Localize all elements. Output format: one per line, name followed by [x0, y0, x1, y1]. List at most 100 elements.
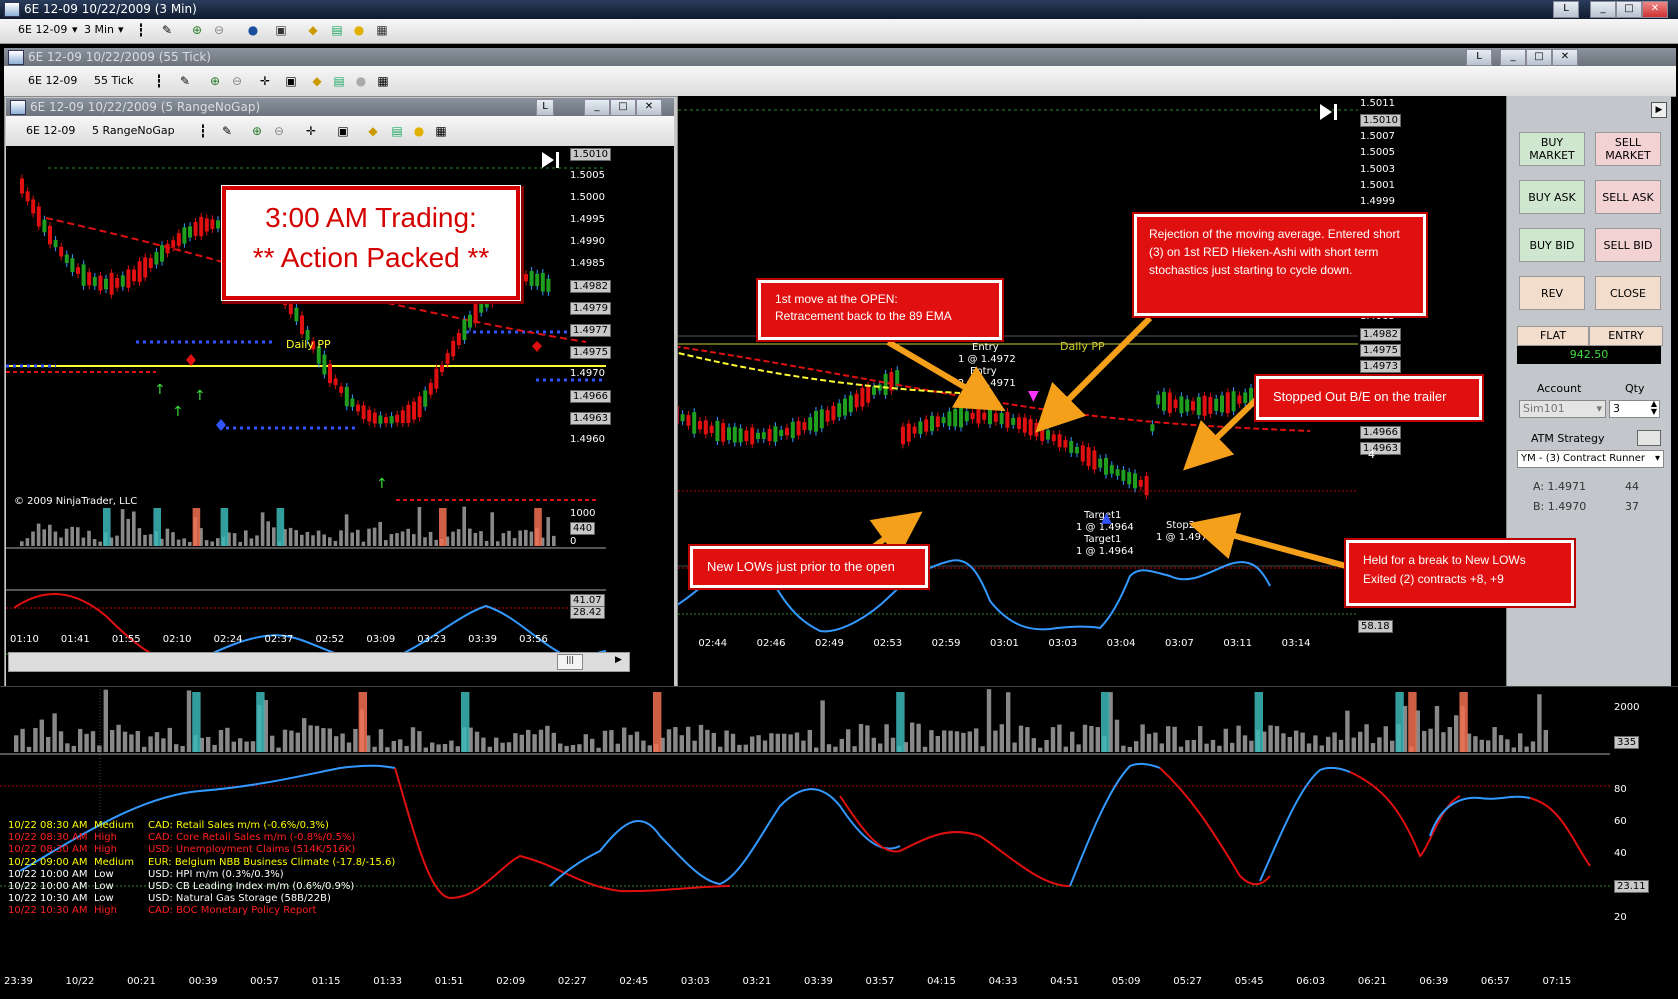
- tick-link-button[interactable]: L: [1466, 49, 1492, 66]
- tick-zoom-out-icon[interactable]: ⊖: [230, 74, 244, 88]
- candle: [709, 425, 714, 433]
- tick-window-titlebar[interactable]: 6E 12-09 10/22/2009 (55 Tick) L _ □ ✕: [4, 48, 1676, 66]
- candle: [953, 408, 958, 427]
- tick-zoom-in-icon[interactable]: ⊕: [208, 74, 222, 88]
- buy-bid-button[interactable]: BUY BID: [1519, 228, 1585, 262]
- volume-bar: [225, 727, 230, 752]
- tick-data-box-icon[interactable]: ▦: [376, 74, 390, 88]
- interval-dropdown-icon[interactable]: ▾: [118, 23, 124, 36]
- range-window-titlebar[interactable]: 6E 12-09 10/22/2009 (5 RangeNoGap) L _ □…: [6, 98, 674, 116]
- main-window-titlebar[interactable]: 6E 12-09 10/22/2009 (3 Min) L _ □ ✕: [0, 0, 1678, 19]
- range-scroll-thumb[interactable]: |||: [557, 654, 583, 670]
- tick-time-label: 03:03: [1048, 638, 1078, 649]
- volume-bar: [501, 533, 506, 546]
- tick-coin-icon[interactable]: ●: [354, 74, 368, 88]
- range-properties-icon[interactable]: ▣: [336, 124, 350, 138]
- range-crosshair-icon[interactable]: ✛: [304, 124, 318, 138]
- candle: [165, 243, 170, 254]
- candle: [912, 426, 917, 434]
- tick-chart-trader-icon[interactable]: ▤: [332, 74, 346, 88]
- account-select[interactable]: Sim101 ▾: [1519, 400, 1606, 418]
- range-interval-selector[interactable]: 5 RangeNoGap: [92, 124, 175, 137]
- close-position-button[interactable]: CLOSE: [1595, 276, 1661, 310]
- candle: [959, 406, 963, 428]
- range-link-button[interactable]: L: [536, 99, 554, 116]
- candle: [20, 178, 24, 194]
- tick-close-button[interactable]: ✕: [1552, 49, 1578, 66]
- sell-bid-button[interactable]: SELL BID: [1595, 228, 1661, 262]
- close-button[interactable]: ✕: [1642, 1, 1668, 18]
- range-zoom-out-icon[interactable]: ⊖: [272, 124, 286, 138]
- qty-stepper[interactable]: 3 ▲ ▼: [1609, 400, 1660, 418]
- tick-maximize-button[interactable]: □: [1526, 49, 1552, 66]
- stepper-arrows-icon[interactable]: ▲ ▼: [1651, 400, 1657, 416]
- volume-bar: [775, 733, 780, 752]
- volume-bar: [272, 527, 276, 546]
- range-scrollbar[interactable]: ||| ▶: [8, 652, 630, 672]
- drawing-tool-icon[interactable]: ✎: [160, 23, 174, 37]
- link-button[interactable]: L: [1553, 1, 1579, 18]
- volume-bar: [1505, 739, 1510, 752]
- globe-icon[interactable]: ●: [246, 23, 260, 37]
- candle: [976, 408, 981, 424]
- tick-interval-selector[interactable]: 55 Tick: [94, 74, 133, 87]
- maximize-button[interactable]: □: [1616, 1, 1642, 18]
- buy-ask-button[interactable]: BUY ASK: [1519, 180, 1585, 214]
- candle: [1034, 422, 1039, 437]
- volume-bar: [529, 531, 534, 546]
- zoom-in-icon[interactable]: ⊕: [190, 23, 204, 37]
- ask-size: 44: [1625, 480, 1639, 493]
- range-maximize-button[interactable]: □: [610, 99, 636, 116]
- range-zoom-in-icon[interactable]: ⊕: [250, 124, 264, 138]
- news-time: 10/22 08:30 AM: [8, 820, 88, 831]
- stop2-label: Stop2: [1166, 520, 1196, 531]
- atm-edit-button[interactable]: [1637, 430, 1661, 446]
- zoom-out-icon[interactable]: ⊖: [212, 23, 226, 37]
- coin-icon[interactable]: ●: [352, 23, 366, 37]
- range-instrument-selector[interactable]: 6E 12-09: [26, 124, 75, 137]
- range-minimize-button[interactable]: _: [584, 99, 610, 116]
- tick-instrument-selector[interactable]: 6E 12-09: [28, 74, 77, 87]
- range-chart-trader-icon[interactable]: ▤: [390, 124, 404, 138]
- candle: [417, 396, 422, 418]
- buy-market-button[interactable]: BUY MARKET: [1519, 132, 1585, 166]
- news-event: USD: HPI m/m (0.3%/0.3%): [148, 868, 284, 880]
- volume-bar: [129, 734, 134, 752]
- range-scroll-right-icon[interactable]: ▶: [615, 655, 622, 665]
- range-time-label: 01:10: [10, 634, 39, 645]
- range-coin-icon[interactable]: ●: [412, 124, 426, 138]
- data-box-icon[interactable]: ▦: [375, 23, 389, 37]
- range-strategy-icon[interactable]: ◆: [366, 124, 380, 138]
- tick-strategy-icon[interactable]: ◆: [310, 74, 324, 88]
- properties-icon[interactable]: ▣: [274, 23, 288, 37]
- interval-selector[interactable]: 3 Min: [84, 23, 114, 36]
- panel-collapse-icon[interactable]: ▶: [1651, 102, 1667, 118]
- chart-trader-icon[interactable]: ▤: [330, 23, 344, 37]
- main-time-label: 06:57: [1480, 976, 1510, 987]
- volume-bar: [546, 517, 550, 546]
- strategy-icon[interactable]: ◆: [306, 23, 320, 37]
- range-close-button[interactable]: ✕: [636, 99, 662, 116]
- tick-drawing-tool-icon[interactable]: ✎: [178, 74, 192, 88]
- instrument-selector[interactable]: 6E 12-09: [18, 23, 67, 36]
- volume-bar: [90, 731, 96, 752]
- volume-bar: [1377, 737, 1382, 752]
- volume-bar: [794, 732, 800, 752]
- bar-style-icon[interactable]: ┇: [134, 23, 148, 37]
- atm-strategy-select[interactable]: YM - (3) Contract Runner ▾: [1517, 450, 1664, 468]
- sell-market-button[interactable]: SELL MARKET: [1595, 132, 1661, 166]
- sell-bid-label: SELL BID: [1603, 238, 1653, 252]
- volume-bar: [428, 531, 433, 546]
- tick-crosshair-icon[interactable]: ✛: [258, 74, 272, 88]
- range-drawing-tool-icon[interactable]: ✎: [220, 124, 234, 138]
- range-data-box-icon[interactable]: ▦: [434, 124, 448, 138]
- minimize-button[interactable]: _: [1590, 1, 1616, 18]
- instrument-dropdown-icon[interactable]: ▾: [72, 23, 78, 36]
- reverse-button[interactable]: REV: [1519, 276, 1585, 310]
- tick-bar-style-icon[interactable]: ┇: [152, 74, 166, 88]
- range-bar-style-icon[interactable]: ┇: [196, 124, 210, 138]
- tick-properties-icon[interactable]: ▣: [284, 74, 298, 88]
- tick-minimize-button[interactable]: _: [1500, 49, 1526, 66]
- sell-ask-button[interactable]: SELL ASK: [1595, 180, 1661, 214]
- volume-bar: [206, 737, 211, 752]
